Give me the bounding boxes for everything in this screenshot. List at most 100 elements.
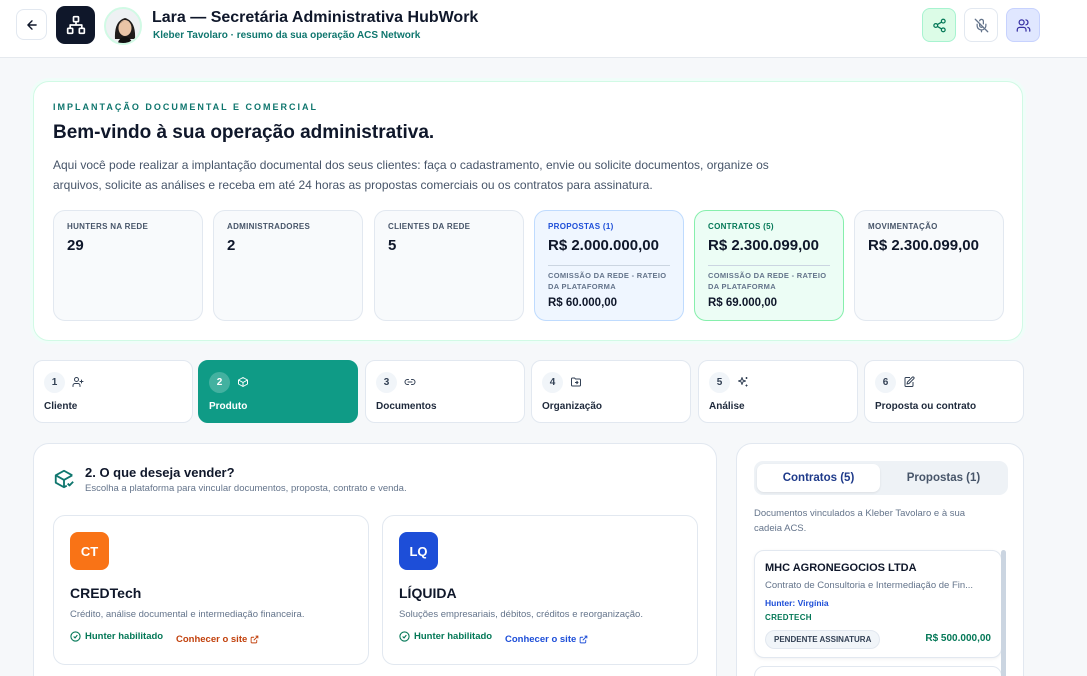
hunter-status-label: Hunter habilitado [85,631,164,642]
step-cliente[interactable]: 1 Cliente [33,360,193,423]
document-product: CREDTECH [765,613,812,622]
users-button[interactable] [1006,8,1040,42]
section-subtitle: Escolha a plataforma para vincular docum… [85,483,407,494]
network-icon [66,15,85,35]
step-label: Proposta ou contrato [875,401,977,412]
step-label: Organização [542,401,603,412]
stat-divider [708,265,830,266]
documents-panel: Contratos (5) Propostas (1) Documentos v… [736,443,1024,676]
users-icon [1016,18,1030,32]
documents-description: Documentos vinculados a Kleber Tavolaro … [754,508,966,534]
external-link-icon [579,635,588,644]
sparkles-icon [738,377,748,387]
status-badge: PENDENTE ASSINATURA [765,630,881,649]
step-organizacao[interactable]: 4 Organização [531,360,691,423]
document-card[interactable] [754,666,1002,676]
stat-value: 2 [227,237,236,254]
assistant-subtitle: Kleber Tavolaro · resumo da sua operação… [153,30,421,41]
step-proposta-contrato[interactable]: 6 Proposta ou contrato [864,360,1024,423]
edit-icon [904,376,915,387]
step-number: 3 [376,372,397,393]
stat-hunters: HUNTERS NA REDE 29 [53,210,203,321]
documents-scrollbar[interactable] [1001,550,1006,676]
tab-contratos[interactable]: Contratos (5) [757,464,880,492]
network-logo-button[interactable] [56,6,95,44]
section-title: 2. O que deseja vender? [85,465,235,480]
visit-site-label: Conhecer o site [176,634,248,645]
welcome-card: IMPLANTAÇÃO DOCUMENTAL E COMERCIAL Bem-v… [33,81,1023,341]
package-check-icon [54,469,74,489]
link-icon [404,379,416,385]
stat-label: CLIENTES DA REDE [388,222,471,231]
stat-label: HUNTERS NA REDE [67,222,149,231]
assistant-title: Lara — Secretária Administrativa HubWork [152,9,479,26]
stat-sub-label: COMISSÃO DA REDE - RATEIO DA PLATAFORMA [548,271,667,291]
share-button[interactable] [922,8,956,42]
product-card-liquida[interactable]: LQ LÍQUIDA Soluções empresariais, débito… [382,515,698,665]
stat-label: CONTRATOS (5) [708,222,774,231]
visit-site-label: Conhecer o site [505,634,577,645]
document-amount: R$ 500.000,00 [925,633,991,644]
product-name: CREDTech [70,585,142,601]
section-eyebrow: IMPLANTAÇÃO DOCUMENTAL E COMERCIAL [53,102,318,112]
product-description: Soluções empresariais, débitos, créditos… [399,609,643,620]
product-badge: LQ [399,532,438,570]
documents-tabs: Contratos (5) Propostas (1) [754,461,1008,495]
back-button[interactable] [16,9,47,40]
step-label: Documentos [376,401,437,412]
stat-label: MOVIMENTAÇÃO [868,222,938,231]
stat-value: 29 [67,237,84,254]
share-icon [932,18,946,32]
tab-propostas[interactable]: Propostas (1) [882,464,1005,492]
stat-sub-label: COMISSÃO DA REDE - RATEIO DA PLATAFORMA [708,271,827,291]
stat-sub-value: R$ 60.000,00 [548,297,618,309]
stat-label: ADMINISTRADORES [227,222,311,231]
step-number: 2 [209,372,230,393]
stat-label: PROPOSTAS (1) [548,222,614,231]
visit-site-link[interactable]: Conhecer o site [176,634,259,645]
product-card-credtech[interactable]: CT CREDTech Crédito, análise documental … [53,515,369,665]
page-description: Aqui você pode realizar a implantação do… [53,158,769,192]
stat-value: 5 [388,237,397,254]
visit-site-link[interactable]: Conhecer o site [505,634,588,645]
step-label: Análise [709,401,745,412]
hunter-status: Hunter habilitado [399,631,492,642]
stat-value: R$ 2.000.000,00 [548,237,659,254]
box-icon [238,377,248,387]
page-title: Bem-vindo à sua operação administrativa. [53,122,435,143]
step-label: Produto [209,401,248,412]
step-number: 5 [709,372,730,393]
check-circle-icon [399,631,410,642]
step-documentos[interactable]: 3 Documentos [365,360,525,423]
product-selection-panel: 2. O que deseja vender? Escolha a plataf… [33,443,717,676]
app-header: Lara — Secretária Administrativa HubWork… [0,0,1087,58]
product-badge: CT [70,532,109,570]
mute-button[interactable] [964,8,998,42]
document-hunter: Hunter: Virgínia [765,598,829,608]
step-analise[interactable]: 5 Análise [698,360,858,423]
hunter-status: Hunter habilitado [70,631,163,642]
step-label: Cliente [44,401,78,412]
stat-proposals: PROPOSTAS (1) R$ 2.000.000,00 COMISSÃO D… [534,210,684,321]
mic-off-icon [974,18,988,32]
folder-icon [571,377,581,387]
assistant-avatar [104,7,142,45]
stat-clients: CLIENTES DA REDE 5 [374,210,524,321]
document-company: MHC AGRONEGOCIOS LTDA [765,562,917,574]
user-plus-icon [72,377,84,387]
stat-movement: MOVIMENTAÇÃO R$ 2.300.099,00 [854,210,1004,321]
check-circle-icon [70,631,81,642]
document-title: Contrato de Consultoria e Intermediação … [765,580,974,591]
step-number: 4 [542,372,563,393]
stat-sub-value: R$ 69.000,00 [708,297,778,309]
document-card[interactable]: MHC AGRONEGOCIOS LTDA Contrato de Consul… [754,550,1002,658]
product-name: LÍQUIDA [399,585,457,601]
stat-contracts: CONTRATOS (5) R$ 2.300.099,00 COMISSÃO D… [694,210,844,321]
step-number: 6 [875,372,896,393]
arrow-left-icon [26,19,37,30]
product-description: Crédito, análise documental e intermedia… [70,609,305,620]
step-number: 1 [44,372,65,393]
step-produto[interactable]: 2 Produto [198,360,358,423]
stat-administrators: ADMINISTRADORES 2 [213,210,363,321]
hunter-status-label: Hunter habilitado [414,631,493,642]
